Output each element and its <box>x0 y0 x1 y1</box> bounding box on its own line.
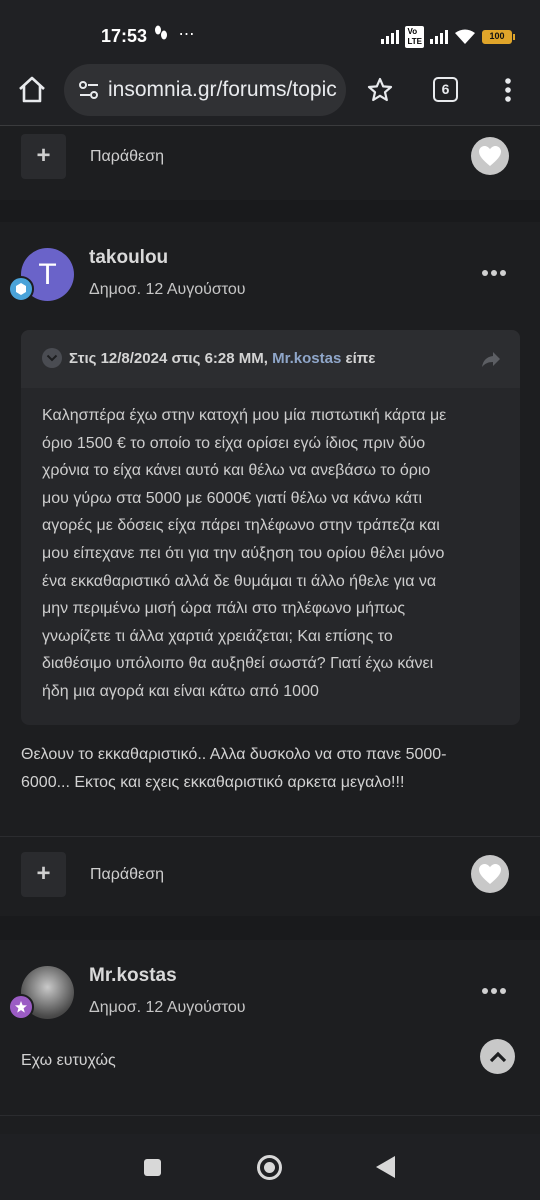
post-username[interactable]: takoulou <box>89 247 168 269</box>
browser-toolbar: insomnia.gr/forums/topic 6 <box>0 60 540 126</box>
multiquote-button[interactable]: + <box>21 852 66 897</box>
status-indicators: Vo LTE 100 <box>381 26 515 48</box>
signal-2-icon <box>430 30 448 44</box>
post-date[interactable]: Δημοσ. 12 Αυγούστου <box>89 281 246 299</box>
quote-button[interactable]: Παράθεση <box>90 148 164 166</box>
post-options-icon[interactable] <box>482 986 506 996</box>
volte-icon: Vo LTE <box>405 26 424 48</box>
quote-attribution-text: Στις 12/8/2024 στις 6:28 ΜΜ, <box>69 350 273 367</box>
post-username[interactable]: Mr.kostas <box>89 965 177 987</box>
post-separator <box>0 916 540 940</box>
scroll-to-top-button[interactable] <box>480 1039 515 1074</box>
site-settings-icon[interactable] <box>78 79 100 101</box>
post-line: 6000... Εκτος και εχεις εκκαθαριστικό αρ… <box>21 774 405 791</box>
browser-menu-icon[interactable] <box>498 75 518 105</box>
quote-line: αγορές με δόσεις είχα πάρει τηλέφωνο στη… <box>42 517 440 535</box>
signal-icon <box>381 30 400 44</box>
quote-line: μην περιμένω μισή ώρα πάλι στο τηλέφωνο … <box>42 600 406 618</box>
quote-line: μου είπεχανε πει ότι για την αύξηση του … <box>42 544 445 562</box>
status-time: 17:53 <box>101 26 148 46</box>
quote-line: όριο 1500 € το οποίο το είχα ορίσει εγώ … <box>42 434 426 452</box>
url-field[interactable]: insomnia.gr/forums/topic <box>64 64 346 116</box>
quote-line: γνωρίζετε τι άλλα χαρτιά χρειάζεται; Και… <box>42 627 393 645</box>
go-to-quote-icon[interactable] <box>480 348 502 370</box>
divider <box>0 1115 540 1116</box>
post-content: Θελουν το εκκαθαριστικό.. Αλλα δυσκολο ν… <box>21 741 521 797</box>
system-nav-bar <box>0 1134 540 1200</box>
quote-line: ένα εκκαθαριστικό αλλά δε θυμάμαι τι άλλ… <box>42 572 437 590</box>
quote-line: ήδη μια αγορά και είναι κάτω από 1000 <box>42 682 319 700</box>
back-button[interactable] <box>376 1156 395 1178</box>
notification-icons: ⋯ <box>152 24 198 44</box>
quote-button[interactable]: Παράθεση <box>90 866 164 884</box>
url-text: insomnia.gr/forums/topic <box>108 78 337 101</box>
quote-body: Καλησπέρα έχω στην κατοχή μου μία πιστωτ… <box>42 402 504 706</box>
quote-line: Καλησπέρα έχω στην κατοχή μου μία πιστωτ… <box>42 407 447 424</box>
rank-badge-icon <box>8 276 34 302</box>
quote-line: χρόνια το είχα κάνει αυτό και θέλω να αν… <box>42 462 431 480</box>
tab-switcher-button[interactable]: 6 <box>433 77 458 102</box>
quote-line: μου γύρω στα 5000 με 6000€ γιατί θέλω να… <box>42 489 423 507</box>
quote-attribution: Στις 12/8/2024 στις 6:28 ΜΜ, Mr.kostas ε… <box>69 350 375 367</box>
rank-badge-icon <box>8 994 34 1020</box>
post-content: Εχω ευτυχώς <box>21 1047 521 1075</box>
status-bar: 17:53 ⋯ Vo LTE 100 <box>0 0 540 60</box>
home-icon[interactable] <box>16 74 48 106</box>
post-footer: + Παράθεση <box>0 836 540 916</box>
recents-button[interactable] <box>144 1159 161 1176</box>
home-nav-button[interactable] <box>257 1155 282 1180</box>
steps-icon <box>155 25 167 40</box>
post-separator <box>0 200 540 222</box>
post-line: Εχω ευτυχώς <box>21 1052 116 1069</box>
quote-said: είπε <box>341 350 376 367</box>
battery-icon: 100 <box>482 30 515 44</box>
quote-author-link[interactable]: Mr.kostas <box>272 350 341 367</box>
chevron-up-icon <box>489 1051 506 1062</box>
post-footer-previous: + Παράθεση <box>0 126 540 206</box>
heart-icon <box>479 146 501 166</box>
quote-header: Στις 12/8/2024 στις 6:28 ΜΜ, Mr.kostas ε… <box>21 330 520 388</box>
quote-line: διαθέσιμο υπόλοιπο θα αυξηθεί σωστά? Για… <box>42 655 434 673</box>
quote-block: Στις 12/8/2024 στις 6:28 ΜΜ, Mr.kostas ε… <box>21 330 520 725</box>
more-notifications-icon: ⋯ <box>178 26 199 43</box>
like-button[interactable] <box>471 137 509 175</box>
heart-icon <box>479 864 501 884</box>
chevron-down-icon[interactable] <box>42 348 62 368</box>
wifi-icon <box>455 29 475 44</box>
post-line: Θελουν το εκκαθαριστικό.. Αλλα δυσκολο ν… <box>21 746 447 763</box>
post-options-icon[interactable] <box>482 268 506 278</box>
bookmark-star-icon[interactable] <box>366 76 394 104</box>
post-date[interactable]: Δημοσ. 12 Αυγούστου <box>89 999 246 1017</box>
like-button[interactable] <box>471 855 509 893</box>
multiquote-button[interactable]: + <box>21 134 66 179</box>
